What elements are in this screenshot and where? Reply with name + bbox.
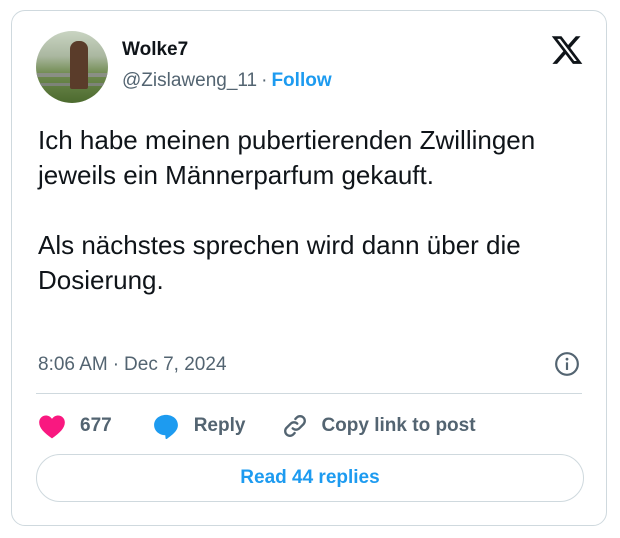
- reply-button[interactable]: Reply: [152, 412, 246, 440]
- divider: [36, 393, 582, 394]
- timestamp-separator: ·: [112, 354, 120, 375]
- copy-link-label: Copy link to post: [321, 415, 476, 436]
- author-display-name[interactable]: Wolke7: [122, 39, 332, 61]
- reply-bubble-icon: [153, 414, 178, 440]
- post-text: Ich habe meinen pubertierenden Zwillinge…: [38, 125, 536, 295]
- x-logo-icon[interactable]: [550, 33, 584, 67]
- author-block: Wolke7 @Zislaweng_11 · Follow: [122, 39, 332, 92]
- action-bar: 677 Reply Copy link to post: [38, 409, 476, 443]
- post-date: Dec 7, 2024: [124, 354, 227, 375]
- author-handle[interactable]: @Zislaweng_11: [122, 70, 257, 91]
- heart-icon: [39, 415, 65, 439]
- embedded-post-card: Wolke7 @Zislaweng_11 · Follow Ich habe mei…: [11, 10, 607, 526]
- author-meta: @Zislaweng_11 · Follow: [122, 70, 332, 92]
- follow-link[interactable]: Follow: [271, 70, 331, 91]
- read-replies-button[interactable]: Read 44 replies: [36, 454, 584, 502]
- link-icon: [284, 415, 307, 437]
- copy-link-button[interactable]: Copy link to post: [281, 412, 476, 440]
- post-time: 8:06 AM: [38, 354, 108, 375]
- like-button[interactable]: 677: [38, 413, 112, 439]
- avatar-person: [70, 41, 88, 89]
- meta-separator: ·: [261, 70, 268, 91]
- like-count: 677: [80, 415, 112, 436]
- post-timestamp[interactable]: 8:06 AM · Dec 7, 2024: [38, 354, 227, 376]
- info-icon[interactable]: [554, 351, 580, 377]
- avatar[interactable]: [36, 31, 108, 103]
- reply-label: Reply: [193, 415, 246, 436]
